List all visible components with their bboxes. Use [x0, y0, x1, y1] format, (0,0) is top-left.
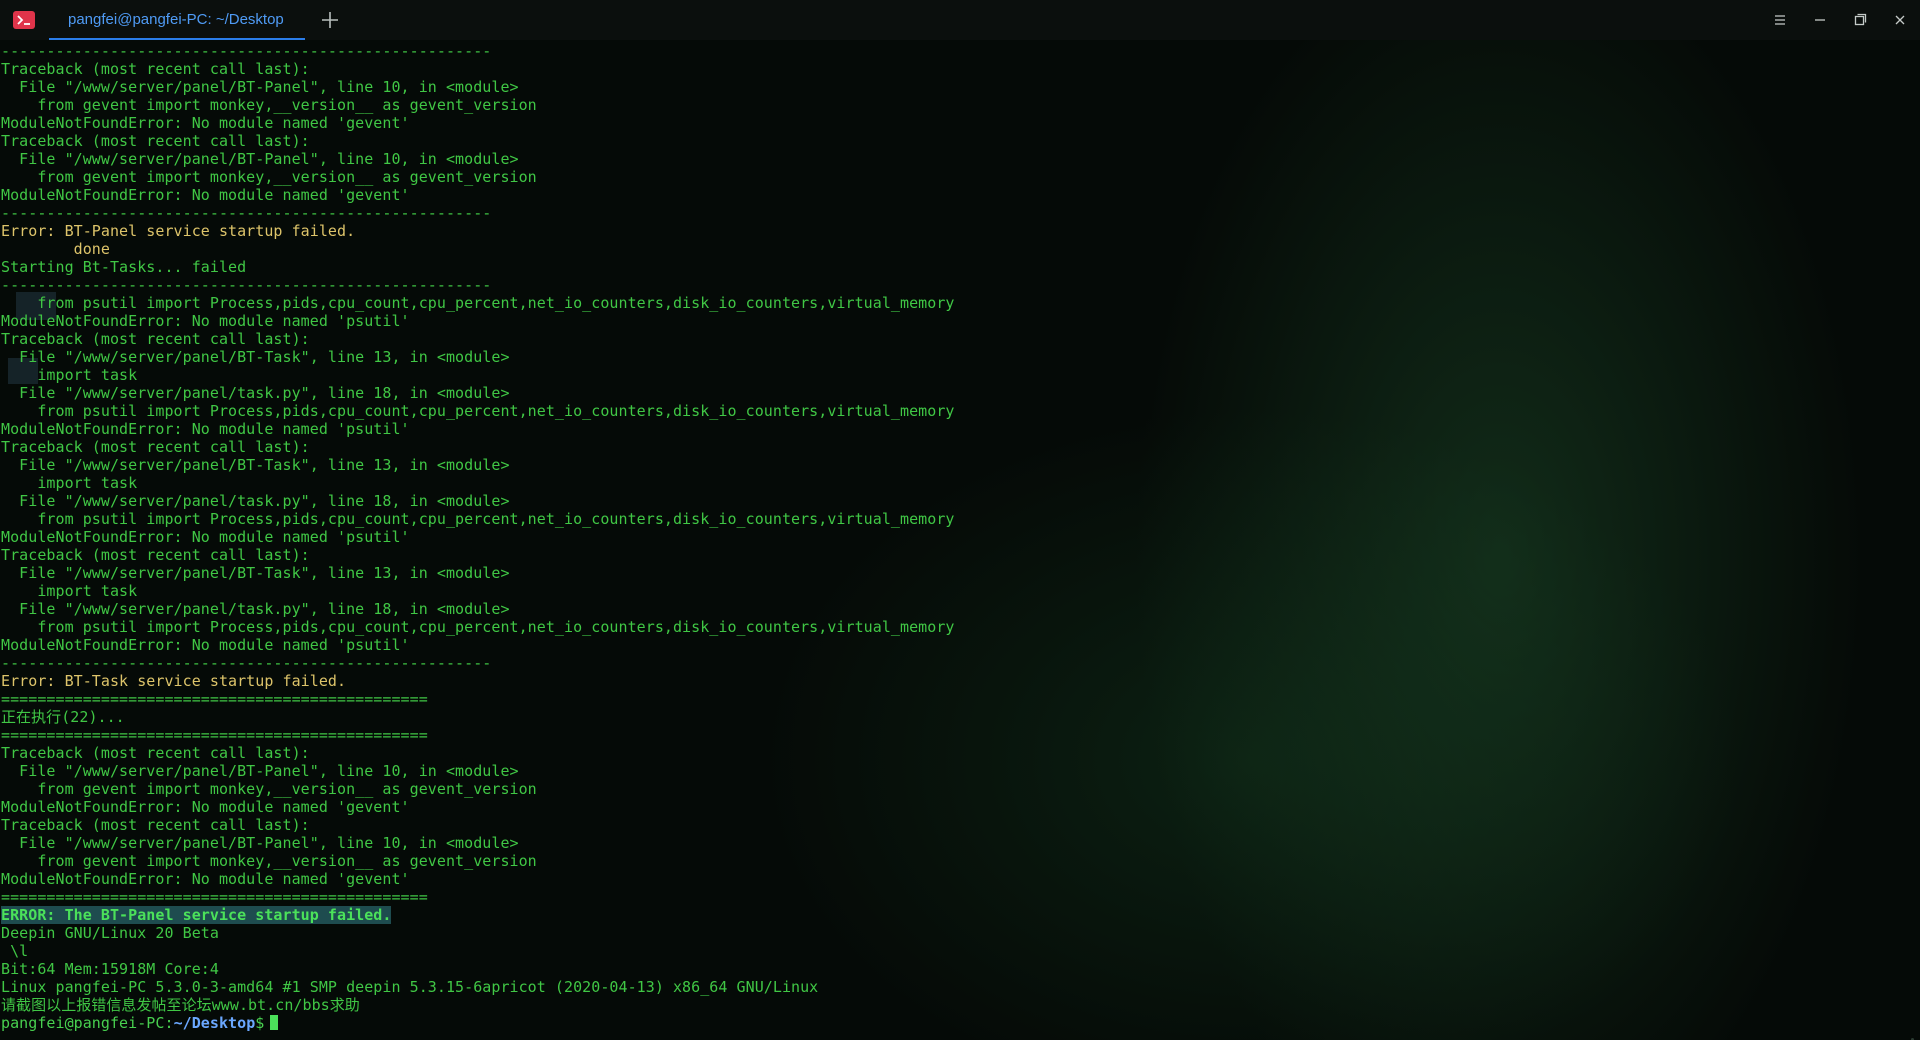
terminal-line: ModuleNotFoundError: No module named 'ge… [1, 798, 410, 816]
terminal-line: Linux pangfei-PC 5.3.0-3-amd64 #1 SMP de… [1, 978, 819, 996]
terminal-line: from psutil import Process,pids,cpu_coun… [1, 618, 955, 636]
terminal-line: File "/www/server/panel/BT-Panel", line … [1, 78, 519, 96]
close-icon[interactable] [1890, 10, 1910, 30]
shell-prompt[interactable]: pangfei@pangfei-PC:~/Desktop$ [1, 1014, 279, 1032]
terminal-line: Traceback (most recent call last): [1, 816, 310, 834]
terminal-line: ModuleNotFoundError: No module named 'ps… [1, 312, 410, 330]
terminal-line: Traceback (most recent call last): [1, 546, 310, 564]
tab-terminal[interactable]: pangfei@pangfei-PC: ~/Desktop [49, 0, 305, 40]
terminal-line: ModuleNotFoundError: No module named 'ps… [1, 528, 410, 546]
tab-title: pangfei@pangfei-PC: ~/Desktop [68, 11, 284, 28]
terminal-line: ----------------------------------------… [1, 654, 492, 672]
maximize-icon[interactable] [1850, 10, 1870, 30]
text-cursor [270, 1015, 279, 1030]
terminal-window: pangfei@pangfei-PC: ~/Desktop ----------… [0, 0, 1920, 1040]
terminal-output[interactable]: ----------------------------------------… [0, 40, 1920, 1040]
terminal-line: ========================================… [1, 888, 428, 906]
terminal-line: File "/www/server/panel/BT-Panel", line … [1, 834, 519, 852]
terminal-line: ========================================… [1, 726, 428, 744]
status-text: done [1, 240, 110, 258]
terminal-line: File "/www/server/panel/BT-Task", line 1… [1, 564, 510, 582]
terminal-line: from gevent import monkey,__version__ as… [1, 96, 537, 114]
terminal-line: ModuleNotFoundError: No module named 'ge… [1, 114, 410, 132]
terminal-line: Bit:64 Mem:15918M Core:4 [1, 960, 219, 978]
terminal-line: from psutil import Process,pids,cpu_coun… [1, 294, 955, 312]
terminal-line: Traceback (most recent call last): [1, 60, 310, 78]
terminal-line: \l [1, 942, 29, 960]
menu-icon[interactable] [1770, 10, 1790, 30]
terminal-line: ModuleNotFoundError: No module named 'ps… [1, 636, 410, 654]
terminal-line: from psutil import Process,pids,cpu_coun… [1, 510, 955, 528]
terminal-line: ----------------------------------------… [1, 42, 492, 60]
prompt-path: ~/Desktop [173, 1014, 256, 1032]
terminal-line: ERROR: The BT-Panel service startup fail… [1, 906, 392, 924]
terminal-line: 正在执行(22)... [1, 708, 125, 726]
terminal-line: from psutil import Process,pids,cpu_coun… [1, 402, 955, 420]
terminal-line: Deepin GNU/Linux 20 Beta [1, 924, 219, 942]
prompt-symbol: $ [255, 1014, 265, 1032]
terminal-line: File "/www/server/panel/BT-Panel", line … [1, 150, 519, 168]
terminal-line: File "/www/server/panel/BT-Panel", line … [1, 762, 519, 780]
terminal-line: ModuleNotFoundError: No module named 'ge… [1, 870, 410, 888]
titlebar: pangfei@pangfei-PC: ~/Desktop [0, 0, 1920, 40]
terminal-line: File "/www/server/panel/task.py", line 1… [1, 384, 510, 402]
highlighted-error: ERROR: The BT-Panel service startup fail… [1, 906, 392, 924]
terminal-line: import task [1, 582, 138, 600]
terminal-line: ModuleNotFoundError: No module named 'ge… [1, 186, 410, 204]
prompt-user: pangfei@pangfei-PC [1, 1014, 165, 1032]
error-message: Error: BT-Panel service startup failed. [1, 222, 356, 240]
minimize-icon[interactable] [1810, 10, 1830, 30]
terminal-line: Traceback (most recent call last): [1, 744, 310, 762]
terminal-line: ----------------------------------------… [1, 276, 492, 294]
terminal-line: File "/www/server/panel/BT-Task", line 1… [1, 456, 510, 474]
terminal-line: import task [1, 474, 138, 492]
terminal-line: from gevent import monkey,__version__ as… [1, 780, 537, 798]
terminal-line: Traceback (most recent call last): [1, 132, 310, 150]
terminal-line: from gevent import monkey,__version__ as… [1, 852, 537, 870]
terminal-line: import task [1, 366, 138, 384]
terminal-line: File "/www/server/panel/task.py", line 1… [1, 492, 510, 510]
terminal-icon [13, 11, 35, 29]
terminal-line: from gevent import monkey,__version__ as… [1, 168, 537, 186]
prompt-separator: : [164, 1014, 174, 1032]
terminal-line: ----------------------------------------… [1, 204, 492, 222]
error-message: Error: BT-Task service startup failed. [1, 672, 347, 690]
terminal-line: File "/www/server/panel/task.py", line 1… [1, 600, 510, 618]
terminal-line: ModuleNotFoundError: No module named 'ps… [1, 420, 410, 438]
terminal-line: File "/www/server/panel/BT-Task", line 1… [1, 348, 510, 366]
terminal-line: Traceback (most recent call last): [1, 438, 310, 456]
terminal-line: Starting Bt-Tasks... failed [1, 258, 247, 276]
plus-icon[interactable] [318, 8, 342, 32]
terminal-line: ========================================… [1, 690, 428, 708]
terminal-line: 请截图以上报错信息发帖至论坛www.bt.cn/bbs求助 [1, 996, 360, 1014]
terminal-line: Traceback (most recent call last): [1, 330, 310, 348]
